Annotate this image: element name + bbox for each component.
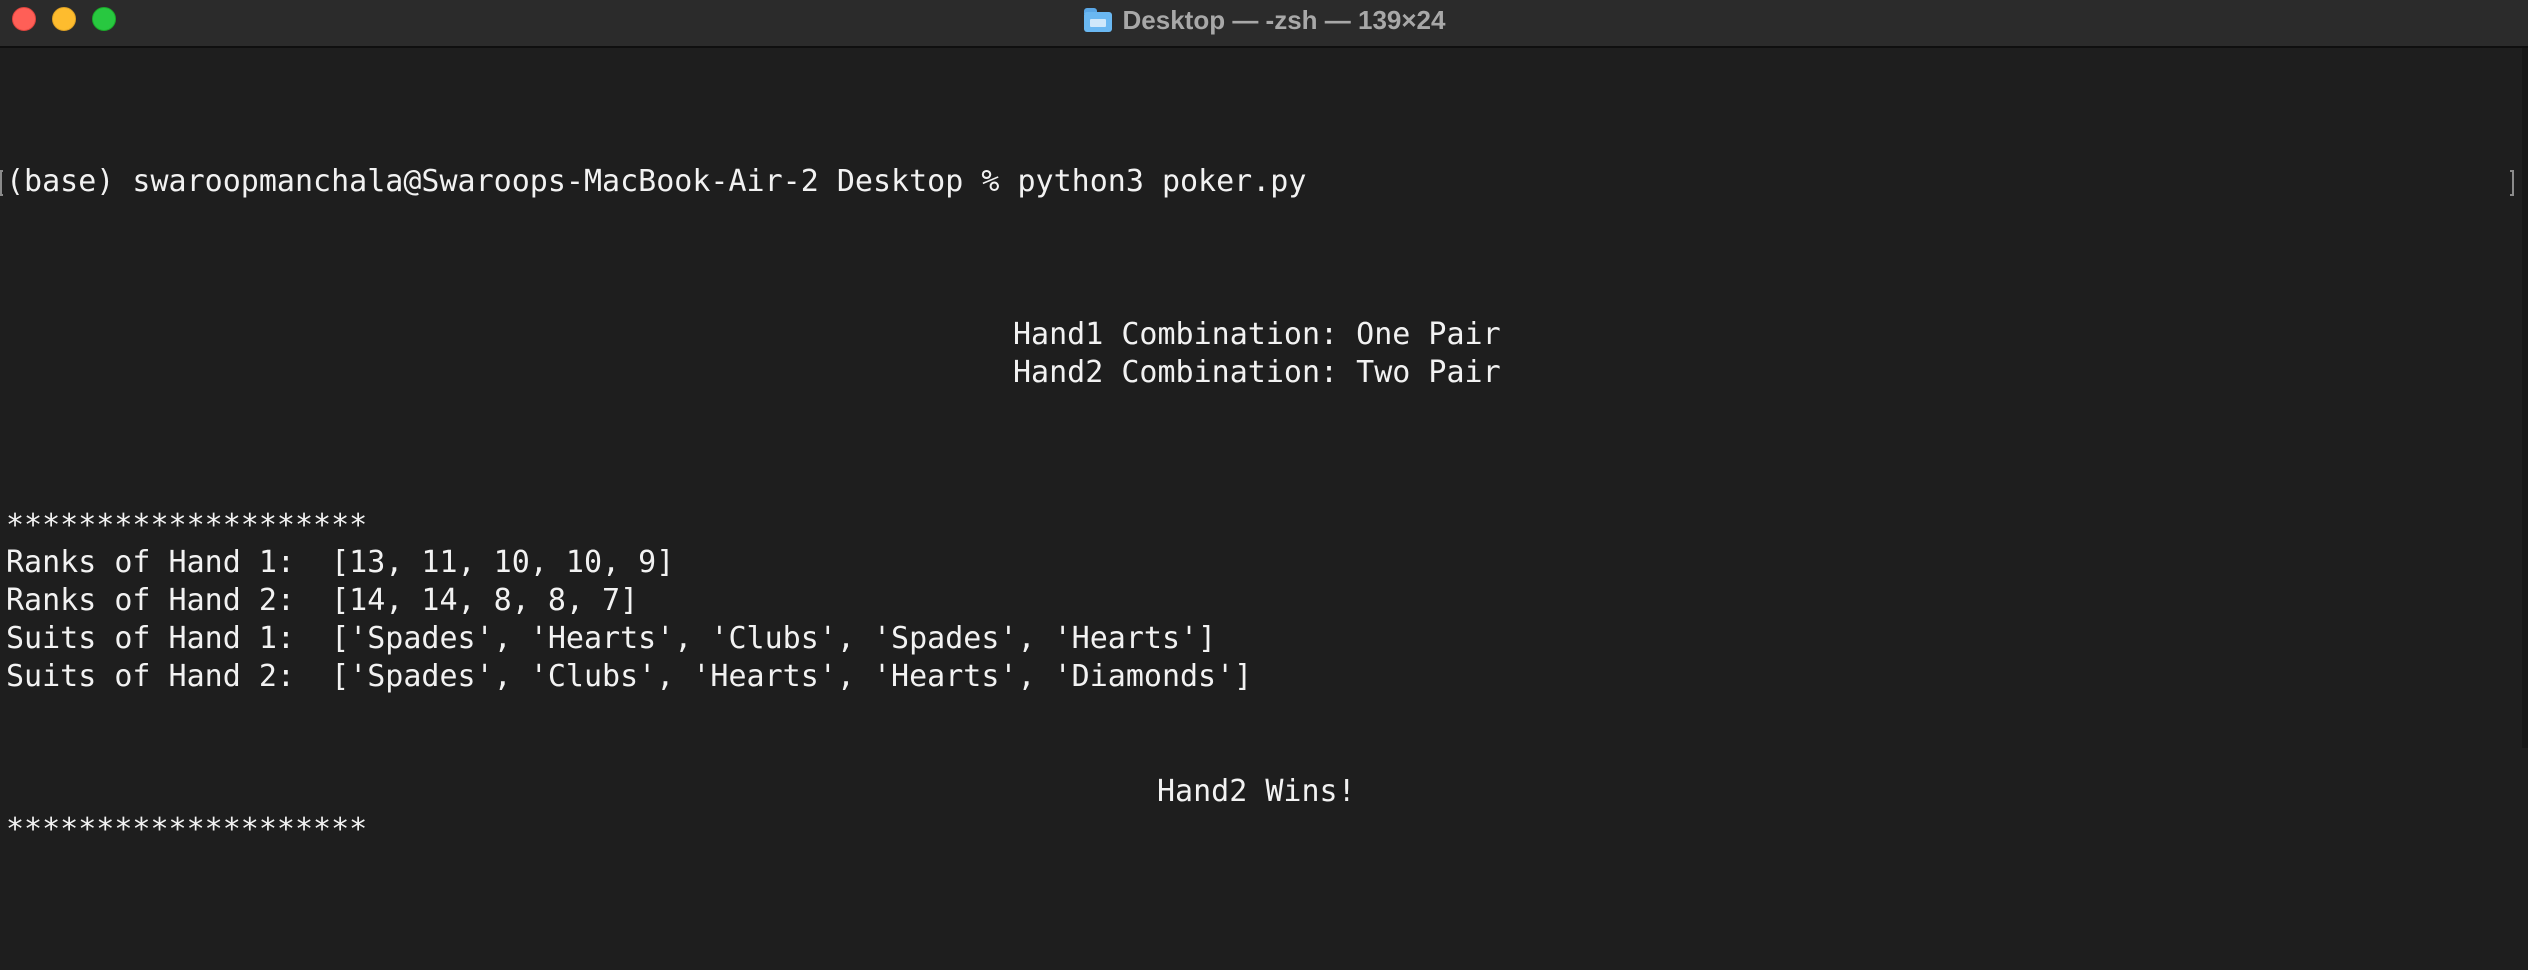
ranks-hand-2: Ranks of Hand 2: [14, 14, 8, 8, 7] — [6, 583, 639, 618]
terminal-window: Desktop — -zsh — 139×24 (base) swaroopma… — [0, 0, 2528, 970]
result-line: Hand2 Wins! — [1157, 774, 1356, 809]
title-bar[interactable]: Desktop — -zsh — 139×24 — [0, 0, 2528, 48]
folder-icon — [1083, 7, 1113, 33]
separator-top: ******************** — [6, 508, 368, 543]
prompt-mark-right — [2510, 170, 2514, 196]
prompt-mark-left — [0, 170, 3, 196]
command-prompt-line: (base) swaroopmanchala@Swaroops-MacBook-… — [6, 164, 1307, 199]
terminal-content[interactable]: (base) swaroopmanchala@Swaroops-MacBook-… — [0, 48, 2528, 970]
suits-hand-1: Suits of Hand 1: ['Spades', 'Hearts', 'C… — [6, 621, 1217, 656]
ranks-hand-1: Ranks of Hand 1: [13, 11, 10, 10, 9] — [6, 545, 675, 580]
separator-bottom: ******************** — [6, 812, 368, 847]
window-title-text: Desktop — -zsh — 139×24 — [1122, 4, 1446, 35]
hand2-combination: Hand2 Combination: Two Pair — [1013, 355, 1501, 390]
hand1-combination: Hand1 Combination: One Pair — [1013, 317, 1501, 352]
window-title: Desktop — -zsh — 139×24 — [0, 0, 2528, 40]
suits-hand-2: Suits of Hand 2: ['Spades', 'Clubs', 'He… — [6, 659, 1253, 694]
